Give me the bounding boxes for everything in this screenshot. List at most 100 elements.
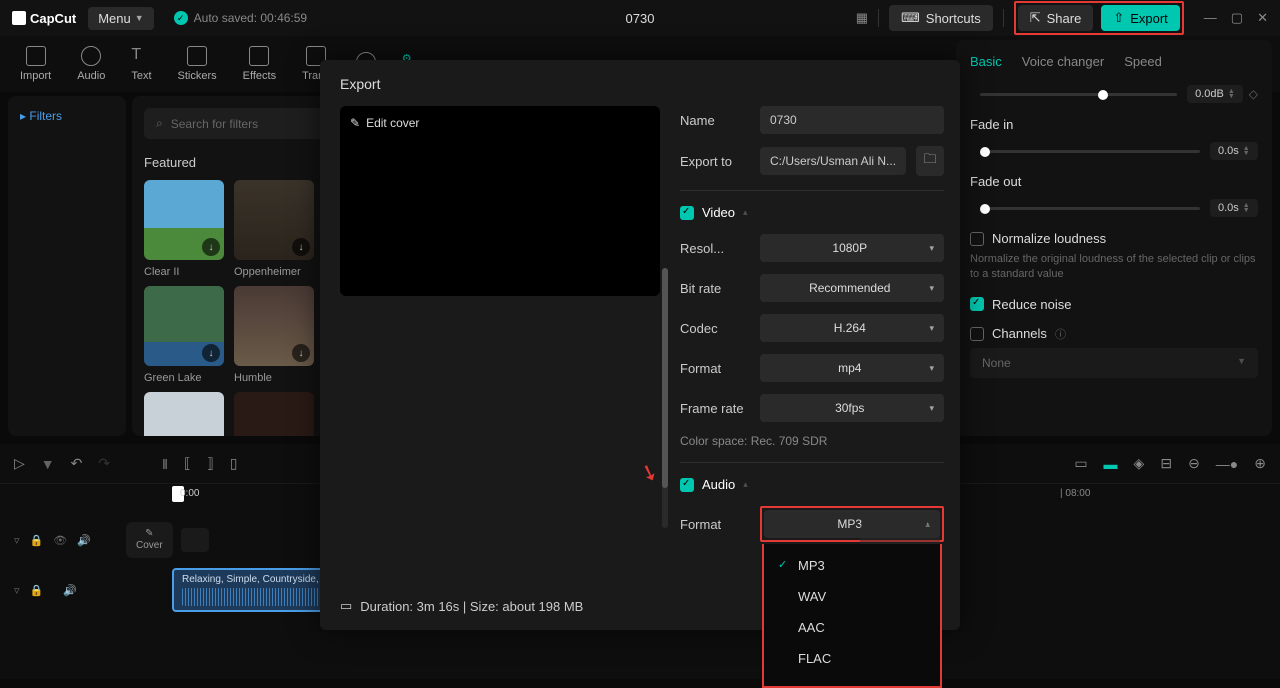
volume-value[interactable]: 0.0dB▲▼ — [1187, 85, 1243, 103]
filters-category[interactable]: ▸ Filters — [20, 109, 62, 123]
fadeout-slider[interactable] — [980, 207, 1200, 210]
tab-speed[interactable]: Speed — [1124, 54, 1162, 69]
video-clip-placeholder[interactable] — [181, 528, 209, 552]
undo-button[interactable]: ↶ — [71, 455, 83, 472]
edit-cover-button[interactable]: ✎ Edit cover — [350, 116, 419, 130]
exportto-label: Export to — [680, 154, 750, 169]
audio-section-toggle[interactable]: Audio ▴ — [680, 477, 944, 492]
dropdown-option-flac[interactable]: FLAC — [764, 643, 940, 674]
layout-icon[interactable]: ▦ — [856, 10, 868, 26]
highlight-annotation: ⇱ Share ⇧ Export — [1014, 1, 1184, 35]
check-icon: ✓ — [174, 11, 188, 25]
left-sidebar: ▸ Filters — [8, 96, 126, 436]
codec-select[interactable]: H.264▾ — [760, 314, 944, 342]
trim-right-tool[interactable]: ⟧ — [207, 455, 214, 472]
zoom-slider[interactable]: —● — [1216, 456, 1238, 472]
share-button[interactable]: ⇱ Share — [1018, 5, 1094, 31]
cover-button[interactable]: ✎Cover — [126, 522, 173, 558]
codec-label: Codec — [680, 321, 750, 336]
keyboard-icon: ⌨ — [901, 10, 920, 26]
filter-thumb[interactable]: ↓Green Lake — [144, 286, 224, 384]
volume-slider[interactable] — [980, 93, 1177, 96]
channels-toggle[interactable]: Channelsⓘ — [970, 326, 1258, 342]
split-tool[interactable]: ‖ — [162, 456, 168, 472]
tab-voice-changer[interactable]: Voice changer — [1022, 54, 1104, 69]
cursor-dropdown[interactable]: ▼ — [41, 456, 55, 472]
track-lock-icon[interactable]: 🔒 — [30, 584, 44, 597]
app-logo: CapCut — [12, 11, 76, 26]
zoom-out-button[interactable]: ⊖ — [1188, 455, 1200, 472]
fadein-slider[interactable] — [980, 150, 1200, 153]
download-icon[interactable]: ↓ — [292, 344, 310, 362]
resolution-label: Resol... — [680, 241, 750, 256]
video-section-toggle[interactable]: Video ▴ — [680, 205, 944, 220]
minimize-button[interactable]: — — [1204, 10, 1217, 26]
close-button[interactable]: ✕ — [1257, 10, 1268, 26]
dropdown-option-wav[interactable]: WAV — [764, 581, 940, 612]
video-format-label: Format — [680, 361, 750, 376]
delete-tool[interactable]: ▯ — [230, 455, 238, 472]
track-collapse-icon[interactable]: ▿ — [14, 584, 20, 597]
time-marker: 0:00 — [180, 488, 199, 499]
name-input[interactable]: 0730 — [760, 106, 944, 134]
track-lock-icon[interactable]: 🔒 — [30, 534, 44, 547]
exportto-input[interactable]: C:/Users/Usman Ali N... — [760, 147, 906, 175]
tab-effects[interactable]: Effects — [231, 42, 288, 86]
dialog-title: Export — [340, 76, 940, 92]
name-label: Name — [680, 113, 750, 128]
menu-button[interactable]: Menu▼ — [88, 7, 153, 30]
shortcuts-button[interactable]: ⌨ Shortcuts — [889, 5, 993, 31]
colorspace-info: Color space: Rec. 709 SDR — [680, 434, 944, 448]
download-icon[interactable]: ↓ — [202, 344, 220, 362]
edit-icon: ✎ — [350, 116, 360, 130]
zoom-in-button[interactable]: ⊕ — [1254, 455, 1266, 472]
dropdown-option-mp3[interactable]: MP3 — [764, 550, 940, 581]
tab-stickers[interactable]: Stickers — [166, 42, 229, 86]
timeline-tool-1[interactable]: ▭ — [1074, 455, 1087, 472]
bitrate-select[interactable]: Recommended▾ — [760, 274, 944, 302]
timeline-tool-2[interactable]: ▬ — [1104, 456, 1118, 472]
browse-folder-button[interactable]: 🗀 — [916, 146, 944, 176]
tab-import[interactable]: Import — [8, 42, 63, 86]
tab-audio[interactable]: Audio — [65, 42, 117, 86]
framerate-label: Frame rate — [680, 401, 750, 416]
project-title: 0730 — [626, 11, 655, 26]
track-collapse-icon[interactable]: ▿ — [14, 534, 20, 547]
filter-thumb[interactable]: ↓Humble — [234, 286, 314, 384]
scrollbar[interactable] — [662, 268, 668, 528]
download-icon[interactable]: ↓ — [292, 238, 310, 256]
trim-left-tool[interactable]: ⟦ — [184, 455, 191, 472]
fadein-value[interactable]: 0.0s▲▼ — [1210, 142, 1258, 160]
channels-select[interactable]: None▼ — [970, 348, 1258, 378]
track-mute-icon[interactable]: 🔊 — [77, 534, 91, 547]
timeline-tool-3[interactable]: ◈ — [1134, 455, 1145, 472]
framerate-select[interactable]: 30fps▾ — [760, 394, 944, 422]
track-mute-icon[interactable]: 🔊 — [63, 584, 77, 597]
filter-thumb[interactable]: ↓Oppenheimer — [234, 180, 314, 278]
normalize-toggle[interactable]: Normalize loudness — [970, 231, 1258, 246]
maximize-button[interactable]: ▢ — [1231, 10, 1243, 26]
properties-panel: Basic Voice changer Speed 0.0dB▲▼ ◇ Fade… — [956, 40, 1272, 436]
audio-format-dropdown: MP3 WAV AAC FLAC — [762, 544, 942, 688]
fadeout-value[interactable]: 0.0s▲▼ — [1210, 199, 1258, 217]
filter-thumb[interactable] — [144, 392, 224, 436]
reduce-noise-toggle[interactable]: Reduce noise — [970, 297, 1258, 312]
video-format-select[interactable]: mp4▾ — [760, 354, 944, 382]
timeline-tool-4[interactable]: ⊟ — [1160, 455, 1172, 472]
reset-icon[interactable]: ◇ — [1249, 87, 1258, 101]
tab-basic[interactable]: Basic — [970, 54, 1002, 69]
resolution-select[interactable]: 1080P▾ — [760, 234, 944, 262]
filter-thumb[interactable]: ↓Clear II — [144, 180, 224, 278]
info-icon[interactable]: ⓘ — [1055, 326, 1066, 342]
dropdown-option-aac[interactable]: AAC — [764, 612, 940, 643]
cursor-tool[interactable]: ▷ — [14, 455, 25, 472]
export-button[interactable]: ⇧ Export — [1101, 5, 1179, 31]
download-icon[interactable]: ↓ — [202, 238, 220, 256]
redo-button[interactable]: ↷ — [98, 455, 110, 472]
bitrate-label: Bit rate — [680, 281, 750, 296]
cover-preview: ✎ Edit cover — [340, 106, 660, 296]
track-visibility-icon[interactable]: 👁 — [53, 534, 67, 547]
filter-thumb[interactable] — [234, 392, 314, 436]
folder-icon: 🗀 — [924, 150, 937, 172]
tab-text[interactable]: TText — [119, 42, 163, 86]
